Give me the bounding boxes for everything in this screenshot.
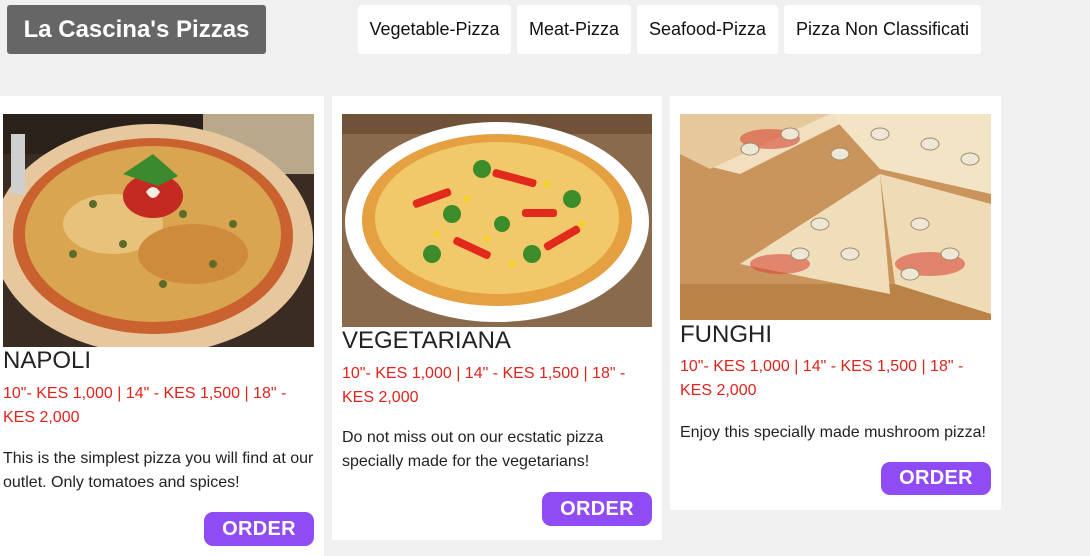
pizza-description: Enjoy this specially made mushroom pizza…: [680, 424, 986, 441]
order-button-napoli[interactable]: ORDER: [204, 512, 314, 546]
pizza-name: FUNGHI: [680, 321, 772, 348]
pizza-card-funghi: FUNGHI 10"- KES 1,000 | 14" - KES 1,500 …: [670, 96, 1001, 510]
pizza-description: This is the simplest pizza you will find…: [3, 450, 314, 491]
order-button-vegetariana[interactable]: ORDER: [542, 492, 652, 526]
order-button-funghi[interactable]: ORDER: [881, 462, 991, 495]
pizza-name: VEGETARIANA: [342, 327, 511, 354]
page: La Cascina's Pizzas Vegetable-Pizza Meat…: [0, 0, 1090, 556]
pizza-card-napoli: NAPOLI 10"- KES 1,000 | 14" - KES 1,500 …: [0, 96, 324, 556]
pizza-card-vegetariana: VEGETARIANA 10"- KES 1,000 | 14" - KES 1…: [332, 96, 662, 540]
pizza-description: Do not miss out on our ecstatic pizza sp…: [342, 429, 604, 470]
nav-pizza-non-classificati[interactable]: Pizza Non Classificati: [784, 5, 981, 54]
pizza-price: 10"- KES 1,000 | 14" - KES 1,500 | 18" -…: [342, 365, 626, 406]
pizza-price: 10"- KES 1,000 | 14" - KES 1,500 | 18" -…: [680, 358, 964, 399]
pizza-price: 10"- KES 1,000 | 14" - KES 1,500 | 18" -…: [3, 385, 287, 426]
funghi-pizza-image: [680, 114, 991, 320]
nav-seafood-pizza[interactable]: Seafood-Pizza: [637, 5, 778, 54]
napoli-pizza-image: [3, 114, 314, 347]
nav-meat-pizza[interactable]: Meat-Pizza: [517, 5, 631, 54]
brand-title[interactable]: La Cascina's Pizzas: [7, 5, 266, 54]
pizza-name: NAPOLI: [3, 347, 92, 374]
vegetariana-pizza-image: [342, 114, 652, 327]
nav-vegetable-pizza[interactable]: Vegetable-Pizza: [358, 5, 511, 54]
